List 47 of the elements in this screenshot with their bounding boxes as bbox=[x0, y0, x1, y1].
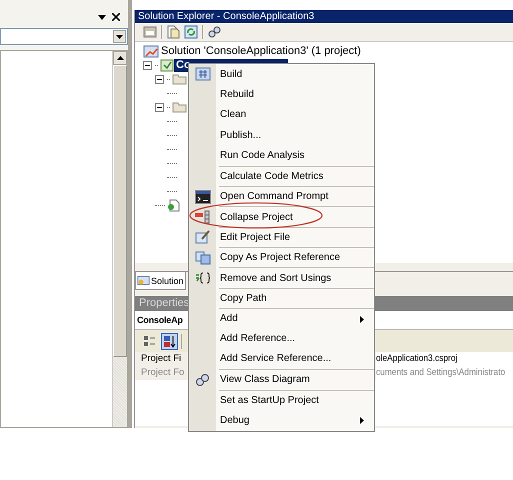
dropdown-icon[interactable] bbox=[98, 14, 106, 20]
menu-item[interactable]: Add bbox=[219, 308, 374, 328]
dropdown-arrow-icon[interactable] bbox=[116, 34, 123, 38]
menu-item[interactable]: Run Code Analysis bbox=[189, 145, 374, 166]
copy-icon bbox=[194, 250, 210, 265]
scroll-up-icon[interactable] bbox=[116, 56, 124, 60]
scrollbar[interactable] bbox=[112, 51, 127, 427]
menu-item[interactable]: View Class Diagram bbox=[219, 369, 374, 390]
tree-item[interactable]: Solution 'ConsoleApplication3' (1 project) bbox=[159, 44, 363, 58]
folder-icon bbox=[172, 101, 187, 113]
menu-item[interactable]: Build bbox=[189, 64, 374, 84]
build-icon bbox=[194, 67, 210, 82]
collapse-icon bbox=[194, 210, 212, 224]
menu-item[interactable]: Collapse Project bbox=[219, 206, 374, 227]
project-icon bbox=[160, 58, 174, 72]
menu-item[interactable]: Open Command Prompt bbox=[219, 186, 374, 206]
refresh-icon[interactable] bbox=[184, 25, 198, 39]
sort-braces-icon bbox=[194, 271, 210, 286]
menu-item[interactable]: Calculate Code Metrics bbox=[219, 166, 374, 186]
menu-item[interactable]: Debug bbox=[189, 410, 374, 430]
panel-tab[interactable]: Solution bbox=[135, 272, 186, 290]
collapse-icon[interactable] bbox=[143, 60, 152, 70]
binoculars-icon[interactable] bbox=[207, 25, 221, 39]
menu-item[interactable]: Remove and Sort Usings bbox=[219, 267, 374, 288]
collapse-icon[interactable] bbox=[155, 102, 164, 112]
solution-icon bbox=[143, 44, 159, 58]
files-icon[interactable] bbox=[166, 25, 180, 39]
dropdown-field[interactable] bbox=[0, 28, 128, 45]
properties-icon[interactable] bbox=[143, 25, 157, 39]
property-value: cuments and Settings\Administrato bbox=[376, 366, 506, 380]
edit-icon bbox=[194, 230, 210, 244]
menu-item[interactable]: Clean bbox=[189, 104, 374, 126]
menu-item[interactable]: Rebuild bbox=[189, 84, 374, 105]
menu-item[interactable]: Set as StartUp Project bbox=[219, 390, 374, 410]
binoculars-icon bbox=[194, 372, 210, 387]
menu-item[interactable]: Publish... bbox=[189, 125, 374, 146]
menu-item[interactable]: Edit Project File bbox=[219, 226, 374, 248]
menu-item[interactable]: Copy Path bbox=[219, 288, 374, 308]
collapse-icon[interactable] bbox=[155, 74, 164, 84]
property-value: oleApplication3.csproj bbox=[376, 352, 458, 366]
close-icon[interactable] bbox=[112, 13, 120, 21]
menu-item[interactable]: Copy As Project Reference bbox=[219, 247, 374, 268]
solution-icon bbox=[137, 275, 150, 286]
panel-title: Solution Explorer - ConsoleApplication3 bbox=[135, 10, 513, 23]
console-icon bbox=[194, 190, 210, 204]
sort-icon[interactable] bbox=[161, 332, 178, 350]
file-icon bbox=[167, 198, 181, 212]
